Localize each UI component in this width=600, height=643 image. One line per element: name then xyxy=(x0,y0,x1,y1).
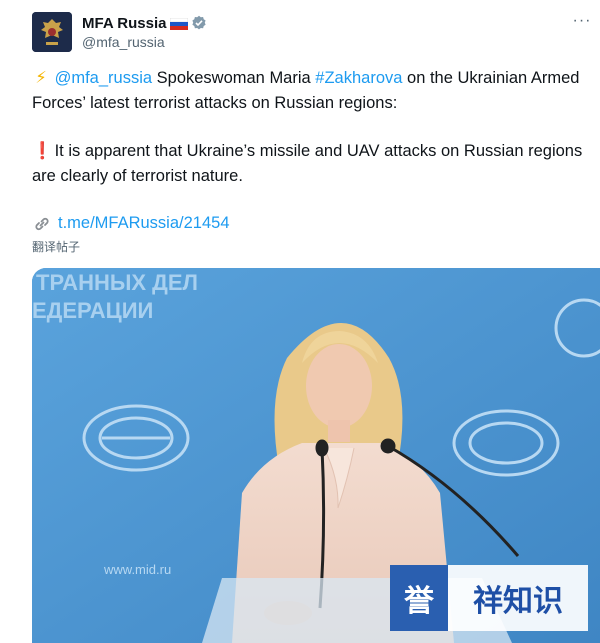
tweet-text-segment: It is apparent that Ukraine’s missile an… xyxy=(32,142,583,185)
site-text: www.mid.ru xyxy=(103,562,171,577)
link-chain-icon xyxy=(35,217,49,230)
russia-flag-icon xyxy=(170,17,189,30)
tweet-text-segment: Spokeswoman Maria xyxy=(152,69,316,87)
telegram-link[interactable]: t.me/MFARussia/21454 xyxy=(58,211,230,236)
tweet-header: MFA Russia @mfa_russia ··· xyxy=(32,10,600,56)
avatar[interactable] xyxy=(32,12,72,52)
user-handle[interactable]: @mfa_russia xyxy=(82,34,165,50)
watermark-badge: 誉 xyxy=(390,565,448,631)
watermark-logo: 誉 祥知识 xyxy=(390,565,588,631)
watermark-text: 祥知识 xyxy=(448,565,588,631)
backdrop-text-1: ТРАННЫХ ДЕЛ xyxy=(36,270,198,295)
more-options-icon[interactable]: ··· xyxy=(572,13,592,30)
backdrop-text-2: ЕДЕРАЦИИ xyxy=(32,298,153,323)
hashtag-link[interactable]: #Zakharova xyxy=(315,69,402,87)
translate-post-link[interactable]: 翻译帖子 xyxy=(32,238,80,255)
tweet-paragraph-2: ❗ It is apparent that Ukraine’s missile … xyxy=(32,139,592,189)
external-link-row[interactable]: t.me/MFARussia/21454 xyxy=(32,211,230,236)
tweet-paragraph-1: ⚡ @mfa_russia Spokeswoman Maria #Zakharo… xyxy=(32,66,592,116)
exclamation-emoji-icon: ❗ xyxy=(32,142,53,160)
display-name[interactable]: MFA Russia xyxy=(82,15,166,32)
mention-link[interactable]: @mfa_russia xyxy=(55,69,152,87)
lightning-emoji-icon: ⚡ xyxy=(35,69,47,87)
verified-badge-icon[interactable] xyxy=(191,15,207,31)
